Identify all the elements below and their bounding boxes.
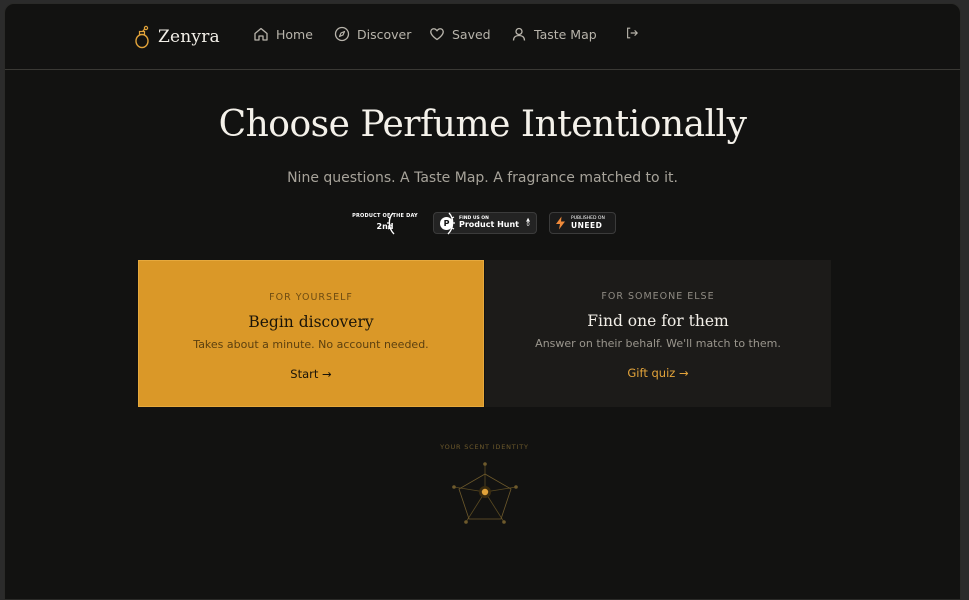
ph-big-text: Product Hunt	[459, 220, 519, 230]
page-subtitle: Nine questions. A Taste Map. A fragrance…	[287, 170, 678, 186]
user-icon	[512, 27, 526, 41]
start-button[interactable]: Start →	[139, 367, 483, 381]
nav-home[interactable]: Home	[253, 26, 313, 42]
brand-logo[interactable]: Zenyra	[134, 25, 220, 49]
heart-icon	[430, 28, 444, 41]
compass-icon	[334, 26, 350, 42]
logout-icon	[627, 27, 638, 39]
perfume-bottle-icon	[135, 25, 149, 49]
potd-line1: PRODUCT OF THE DAY	[352, 213, 418, 219]
nav-discover-label: Discover	[357, 26, 412, 42]
page-title: Choose Perfume Intentionally	[218, 104, 747, 145]
nav-saved-label: Saved	[452, 26, 491, 42]
ph-vote-count: ▲ 0	[526, 217, 530, 229]
card-other-eyebrow: FOR SOMEONE ELSE	[601, 291, 715, 302]
logout-button[interactable]	[625, 26, 639, 40]
lightning-icon	[556, 216, 565, 230]
nav-home-label: Home	[276, 26, 313, 42]
badge-row: PRODUCT OF THE DAY 2nd P FIND US ON Prod…	[5, 210, 960, 236]
potd-rank: 2nd	[376, 222, 394, 231]
top-nav: Zenyra Home Discover Saved Taste Map	[5, 4, 960, 70]
card-for-someone-else[interactable]: FOR SOMEONE ELSE Find one for them Answe…	[485, 260, 831, 407]
ph-votes: 0	[526, 222, 530, 228]
brand-name: Zenyra	[158, 27, 220, 47]
app-window: Zenyra Home Discover Saved Taste Map Cho…	[4, 3, 961, 600]
nav-discover[interactable]: Discover	[334, 26, 411, 42]
card-other-desc: Answer on their behalf. We'll match to t…	[535, 337, 781, 350]
uneed-badge[interactable]: PUBLISHED ON UNEED	[549, 212, 616, 234]
card-other-title: Find one for them	[587, 312, 729, 330]
uneed-big-text: UNEED	[571, 220, 603, 230]
card-self-desc: Takes about a minute. No account needed.	[193, 338, 429, 351]
nav-taste-map[interactable]: Taste Map	[511, 26, 597, 42]
scent-identity-label: YOUR SCENT IDENTITY	[440, 443, 529, 451]
card-self-title: Begin discovery	[248, 313, 374, 331]
nav-taste-map-label: Taste Map	[534, 26, 597, 42]
product-of-the-day-badge[interactable]: PRODUCT OF THE DAY 2nd	[349, 210, 455, 236]
scent-identity-graphic	[452, 462, 518, 524]
nav-saved[interactable]: Saved	[429, 26, 491, 42]
gift-quiz-button[interactable]: Gift quiz →	[485, 366, 831, 380]
home-icon	[254, 27, 268, 41]
card-for-yourself[interactable]: FOR YOURSELF Begin discovery Takes about…	[138, 260, 484, 407]
card-self-eyebrow: FOR YOURSELF	[269, 292, 353, 303]
